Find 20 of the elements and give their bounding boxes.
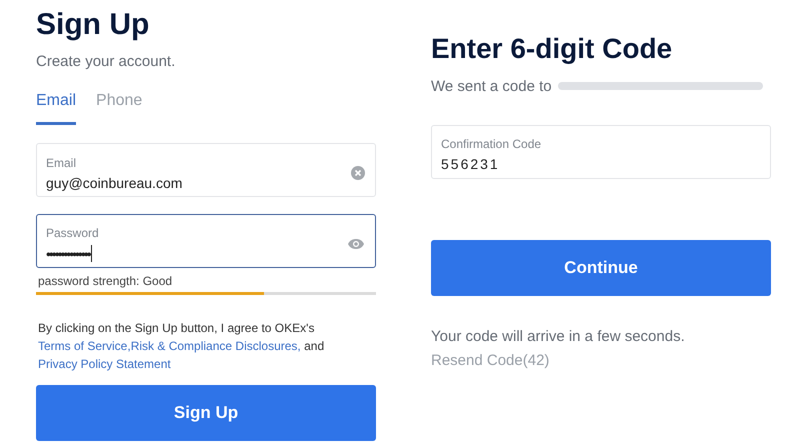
eye-icon[interactable] [347,238,365,250]
resend-code-link[interactable]: Resend Code(42) [431,352,771,369]
password-strength-text: password strength: Good [37,274,174,288]
confirmation-code-field[interactable]: Confirmation Code 556231 [431,124,771,179]
tab[interactable]: Email [36,92,76,125]
terms-text: By clicking on the Sign Up button, I agree to OKEx's Terms of Service,Risk & Compliance Disclosures, and Privacy Policy Statement [37,320,326,373]
clear-icon[interactable] [351,166,365,180]
subtitle: Create your account. [36,53,176,70]
terms-link[interactable]: Privacy Policy Statement [38,357,171,371]
email-field[interactable]: Email guy@coinbureau.com [36,143,376,197]
password-field[interactable]: Password ••••••••••••••• [36,214,376,268]
sent-code-text: We sent a code to [431,78,552,95]
tab[interactable]: Phone [96,92,142,125]
code-title: Enter 6-digit Code [431,34,674,65]
info-text: Your code will arrive in a few seconds. [431,328,686,345]
terms-link[interactable]: Terms of Service, [38,339,131,353]
page-title: Sign Up [36,8,150,41]
continue-button[interactable]: Continue [431,240,771,296]
terms-link[interactable]: Risk & Compliance Disclosures, [130,339,301,353]
sign-up-button[interactable]: Sign Up [36,385,376,441]
